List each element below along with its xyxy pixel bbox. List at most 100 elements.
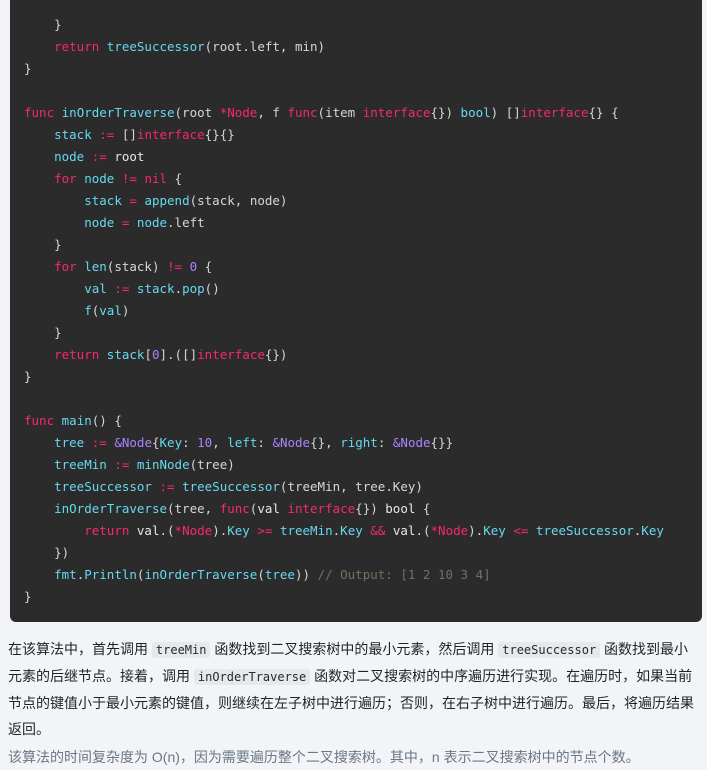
code-token: }: [24, 17, 62, 32]
code-token: {: [415, 501, 431, 516]
code-line: node := root: [24, 146, 688, 168]
code-token: interface: [287, 501, 356, 516]
code-token: ) []: [490, 105, 521, 120]
code-token: treeSuccessor: [535, 523, 634, 538]
code-token: Key: [227, 523, 250, 538]
code-line: treeMin := minNode(tree): [24, 454, 688, 476]
code-token: interface: [520, 105, 589, 120]
code-token: root: [114, 149, 145, 164]
code-scroll-area[interactable]: } return treeSuccessor(root.left, min)} …: [10, 0, 702, 608]
code-token: node: [136, 215, 168, 230]
code-token: stack: [136, 281, 175, 296]
code-token: val: [392, 523, 416, 538]
code-token: bool: [460, 105, 491, 120]
code-line: }: [24, 366, 688, 388]
code-token: inOrderTraverse: [61, 105, 175, 120]
code-line: }: [24, 322, 688, 344]
code-token: *Node: [174, 523, 213, 538]
code-token: .(: [415, 523, 431, 538]
inline-code: treeSuccessor: [498, 642, 601, 658]
code-token: :=: [91, 435, 107, 450]
code-token: (root: [174, 105, 220, 120]
code-token: treeSuccessor: [54, 479, 152, 494]
code-token: Println: [84, 567, 137, 582]
code-token: Key: [641, 523, 664, 538]
code-line: node = node.left: [24, 212, 688, 234]
code-token: return: [54, 39, 100, 54]
code-token: {}{}: [204, 127, 235, 142]
code-token: (): [204, 281, 220, 296]
code-token: stack: [54, 127, 92, 142]
code-token: nil: [144, 171, 168, 186]
code-token: func: [219, 501, 250, 516]
code-token: Key: [340, 523, 363, 538]
code-token: {: [197, 259, 213, 274]
code-line: fmt.Println(inOrderTraverse(tree)) // Ou…: [24, 564, 688, 586]
code-token: (tree): [189, 457, 235, 472]
explanation-paragraph-complexity: 该算法的时间复杂度为 O(n)，因为需要遍历整个二叉搜索树。其中，n 表示二叉搜…: [8, 749, 640, 765]
code-token: :=: [99, 127, 115, 142]
code-token: &Node: [272, 435, 311, 450]
code-block[interactable]: } return treeSuccessor(root.left, min)} …: [10, 0, 702, 622]
code-token: stack: [84, 193, 122, 208]
code-token: {},: [310, 435, 341, 450]
code-token: .(: [159, 523, 175, 538]
code-token: left: [227, 435, 258, 450]
code-token: val: [257, 501, 280, 516]
code-token: :: [377, 435, 393, 450]
code-line: treeSuccessor := treeSuccessor(treeMin, …: [24, 476, 688, 498]
code-token: 0: [189, 259, 198, 274]
code-token: ).: [212, 523, 228, 538]
code-token: for: [54, 259, 77, 274]
code-token: treeMin: [54, 457, 107, 472]
code-token: tree: [54, 435, 85, 450]
code-token: :=: [114, 281, 130, 296]
code-token: return: [84, 523, 130, 538]
explanation-section: 在该算法中，首先调用 treeMin 函数找到二叉搜索树中的最小元素，然后调用 …: [0, 622, 707, 770]
code-line: return val.(*Node).Key >= treeMin.Key &&…: [24, 520, 688, 542]
code-token: bool: [385, 501, 416, 516]
code-token: interface: [197, 347, 265, 362]
code-line: return treeSuccessor(root.left, min): [24, 36, 688, 58]
code-content: } return treeSuccessor(root.left, min)} …: [10, 0, 702, 608]
code-token: Key: [483, 523, 506, 538]
code-token: func: [287, 105, 318, 120]
code-token: !=: [121, 171, 137, 186]
code-token: (tree,: [167, 501, 220, 516]
code-token: <=: [513, 523, 529, 538]
code-token: :=: [91, 149, 107, 164]
code-token: ,: [212, 435, 228, 450]
code-token: &&: [370, 523, 386, 538]
code-token: return: [54, 347, 100, 362]
code-token: // Output: [1 2 10 3 4]: [317, 567, 491, 582]
code-token: >=: [257, 523, 273, 538]
code-token: =: [129, 193, 137, 208]
code-token: 10: [197, 435, 213, 450]
code-token: interface: [136, 127, 205, 142]
code-token: interface: [362, 105, 431, 120]
code-token: &Node: [392, 435, 431, 450]
code-token: [: [144, 347, 152, 362]
code-token: val: [84, 281, 107, 296]
code-token: :: [182, 435, 198, 450]
code-line: }: [24, 58, 688, 80]
code-token: }: [24, 61, 32, 76]
code-token: }: [24, 325, 62, 340]
